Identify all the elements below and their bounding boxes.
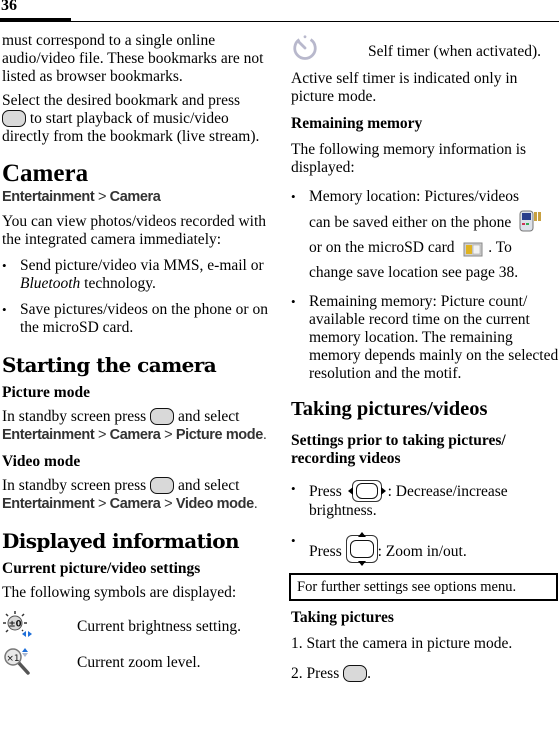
bullet-text: or on the microSD card xyxy=(309,239,455,256)
bullet-text: Press xyxy=(309,543,342,560)
symbols-intro: The following symbols are displayed: xyxy=(2,584,237,601)
menu-path-entertainment: Entertainment xyxy=(2,189,95,205)
bullet-text: change save location see page 38. xyxy=(309,264,519,281)
taking-pictures-videos-heading: Taking pictures/videos xyxy=(291,398,488,420)
bullet-text: Send picture/video via MMS, e-mail or xyxy=(20,257,264,274)
menu-path-entertainment: Entertainment xyxy=(2,496,95,512)
text-pre: In standby screen press xyxy=(2,408,147,425)
taking-pictures-heading: Taking pictures xyxy=(291,609,394,626)
intro-text-post: to start playback of music/video directl… xyxy=(2,110,260,145)
text-pre: In standby screen press xyxy=(2,477,147,494)
intro-paragraph-1: must correspond to a single online audio… xyxy=(2,32,264,85)
bullet-text: Press xyxy=(309,483,342,500)
memory-bullet-remaining: Remaining memory: Picture count/ availab… xyxy=(291,293,559,383)
menu-path-entertainment: Entertainment xyxy=(2,427,95,443)
settings-bullet-zoom: Press : Zoom in/out. xyxy=(291,532,559,566)
symbol-row-brightness: ±0 Current brightness setting. xyxy=(2,610,272,646)
camera-menu-path: Entertainment > Camera xyxy=(2,189,272,205)
settings-prior-heading: Settings prior to taking pictures/ recor… xyxy=(291,432,506,467)
text-post: and select xyxy=(177,477,240,494)
bullet-text: Memory location: Pictures/videos xyxy=(309,188,520,205)
remaining-memory-intro: The following memory information is disp… xyxy=(291,141,527,176)
video-mode-heading: Video mode xyxy=(2,453,81,470)
step-1: 1. Start the camera in picture mode. xyxy=(291,635,513,652)
select-key-icon xyxy=(2,110,26,127)
camera-bullet-send: Send picture/video via MMS, e-mail or Bl… xyxy=(2,257,272,293)
remaining-memory-heading: Remaining memory xyxy=(291,115,423,132)
note-box: For further settings see options menu. xyxy=(289,573,558,601)
bullet-text: can be saved either on the phone xyxy=(309,214,512,231)
displayed-information-heading: Displayed information xyxy=(2,529,240,553)
camera-heading: Camera xyxy=(2,160,89,187)
menu-path-separator: > xyxy=(97,427,107,443)
bullet-text: : Zoom in/out. xyxy=(377,543,467,560)
menu-path-separator: > xyxy=(164,496,173,512)
svg-text:±0: ±0 xyxy=(8,620,21,630)
period: . xyxy=(262,427,267,443)
step-2: 2. Press . xyxy=(291,665,559,683)
nav-left-right-key-icon xyxy=(347,480,386,502)
menu-path-picture-mode: Picture mode xyxy=(175,427,263,443)
step-text: . xyxy=(367,665,371,682)
symbol-row-zoom: ×1 Current zoom level. xyxy=(2,646,272,682)
self-timer-icon xyxy=(293,35,317,60)
camera-paragraph: You can view photos/videos recorded with… xyxy=(2,213,267,248)
svg-text:×1: ×1 xyxy=(6,654,19,664)
video-mode-text: In standby screen press and select Enter… xyxy=(2,477,272,513)
menu-path-camera: Camera xyxy=(109,189,161,205)
starting-camera-heading: Starting the camera xyxy=(2,353,217,377)
bullet-text: technology. xyxy=(84,275,156,292)
picture-mode-heading: Picture mode xyxy=(2,384,90,401)
header-rule-thin xyxy=(0,21,559,22)
text-post: and select xyxy=(177,408,240,425)
menu-path-camera: Camera xyxy=(109,427,161,443)
settings-bullet-list: Press : Decrease/increase brightness. Pr… xyxy=(291,480,559,566)
step-text: 2. Press xyxy=(291,665,340,682)
current-settings-heading: Current picture/video settings xyxy=(2,560,201,577)
self-timer-note: Active self timer is indicated only in p… xyxy=(291,70,518,105)
brightness-icon: ±0 xyxy=(3,611,32,637)
picture-mode-menu-path: Entertainment > Camera > Picture mode. xyxy=(2,427,267,443)
bullet-text: . To xyxy=(488,239,512,256)
camera-bullet-list: Send picture/video via MMS, e-mail or Bl… xyxy=(2,257,272,337)
menu-path-separator: > xyxy=(164,427,173,443)
picture-mode-text: In standby screen press and select Enter… xyxy=(2,408,272,444)
microsd-card-icon xyxy=(463,242,483,257)
bluetooth-term: Bluetooth xyxy=(20,275,81,292)
menu-path-camera: Camera xyxy=(109,496,161,512)
menu-path-separator: > xyxy=(97,496,107,512)
left-column: must correspond to a single online audio… xyxy=(2,30,272,682)
intro-text-pre: Select the desired bookmark and press xyxy=(2,92,241,109)
capture-key-icon xyxy=(343,665,368,682)
zoom-icon: ×1 xyxy=(4,648,30,675)
menu-path-video-mode: Video mode xyxy=(175,496,254,512)
symbol-row-self-timer: Self timer (when activated). xyxy=(291,34,559,66)
menu-path-separator: > xyxy=(97,189,107,205)
period: . xyxy=(253,496,258,512)
header-rule-thick xyxy=(0,18,71,22)
brightness-description: Current brightness setting. xyxy=(77,618,242,635)
memory-bullet-location: Memory location: Pictures/videos can be … xyxy=(291,184,559,285)
menu-key-icon xyxy=(150,408,175,425)
page-number: 36 xyxy=(1,0,17,14)
memory-bullet-list: Memory location: Pictures/videos can be … xyxy=(291,184,559,383)
self-timer-description: Self timer (when activated). xyxy=(368,43,542,60)
right-column: Self timer (when activated). Active self… xyxy=(289,34,559,683)
camera-bullet-save: Save pictures/videos on the phone or on … xyxy=(2,301,272,337)
zoom-description: Current zoom level. xyxy=(77,654,201,671)
intro-paragraph-2: Select the desired bookmark and press to… xyxy=(2,92,272,146)
phone-memory-icon xyxy=(519,210,542,232)
nav-up-down-key-icon xyxy=(345,532,378,566)
menu-key-icon xyxy=(150,477,175,494)
video-mode-menu-path: Entertainment > Camera > Video mode. xyxy=(2,496,258,512)
settings-bullet-brightness: Press : Decrease/increase brightness. xyxy=(291,480,559,520)
